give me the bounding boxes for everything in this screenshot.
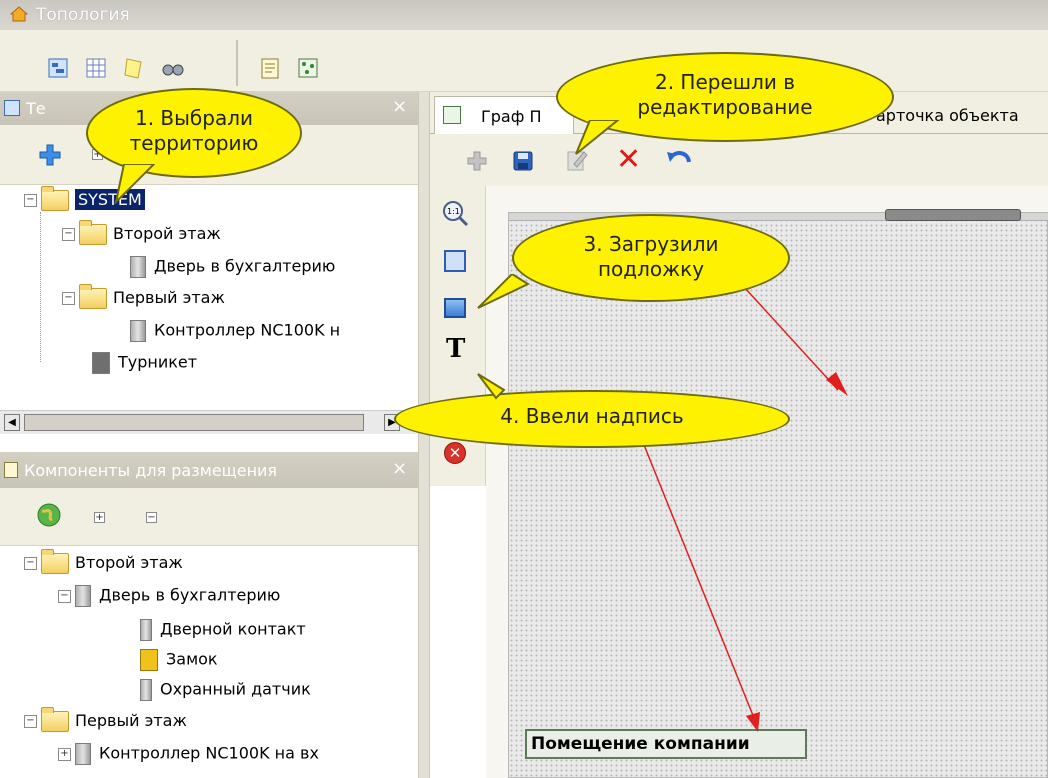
callout-text: 4. Ввели надпись (500, 404, 684, 428)
callout-1-tail (114, 164, 156, 204)
callout-4: 4. Ввели надпись (394, 390, 790, 448)
arrowhead (746, 712, 760, 732)
arrowhead (826, 372, 848, 396)
callout-text: 3. Загрузили подложку (583, 232, 719, 281)
arrow-to-label (637, 429, 755, 719)
callout-4-tail (477, 373, 506, 400)
callout-text: 1. Выбрали территорию (129, 106, 259, 155)
callout-text: 2. Перешли в редактирование (637, 70, 813, 119)
arrow-to-canvas (733, 275, 839, 391)
callout-3: 3. Загрузили подложку (512, 214, 790, 302)
callout-2-tail (575, 120, 620, 155)
callout-3-tail (477, 274, 530, 309)
